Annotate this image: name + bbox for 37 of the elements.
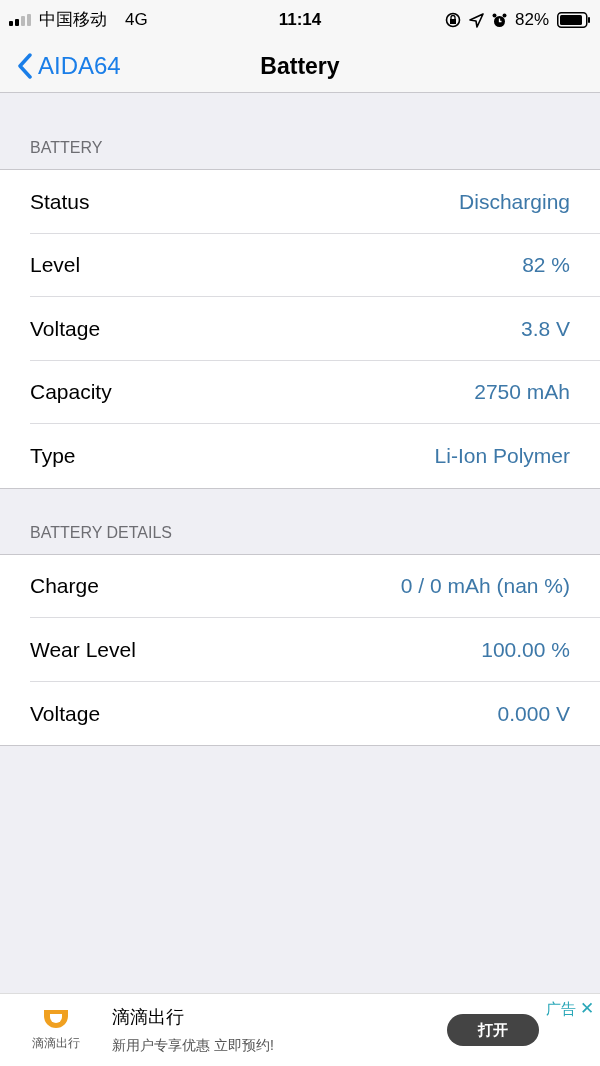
carrier-name: 中国移动 xyxy=(39,9,107,32)
app-logo-icon xyxy=(42,1008,70,1030)
row-value: 0.000 V xyxy=(497,700,570,727)
row-label: Level xyxy=(30,252,81,278)
row-value: 3.8 V xyxy=(520,315,570,342)
row-label: Voltage xyxy=(30,315,101,342)
row-value: 100.00 % xyxy=(481,636,570,663)
section-header: BATTERY xyxy=(30,139,103,156)
row-value: Discharging xyxy=(459,188,570,215)
row-value: 0 / 0 mAh (nan %) xyxy=(400,573,570,599)
section-header: BATTERY DETAILS xyxy=(30,523,172,541)
row-label: Voltage xyxy=(30,700,101,727)
logo-text: 滴滴出行 xyxy=(32,1035,80,1052)
clock-time: 11:14 xyxy=(278,9,322,32)
row-label: Wear Level xyxy=(30,636,136,663)
signal-icon xyxy=(9,14,31,26)
ad-label: 广告 xyxy=(546,998,576,1019)
ad-title: 滴滴出行 xyxy=(112,1006,185,1029)
open-button[interactable]: 打开 xyxy=(447,1014,539,1046)
chevron-left-icon xyxy=(18,53,32,79)
alarm-clock-icon xyxy=(491,12,507,28)
screen-title: Battery xyxy=(260,51,340,81)
row-label: Status xyxy=(30,188,90,215)
row-label: Charge xyxy=(30,573,99,599)
location-arrow-icon xyxy=(468,12,484,28)
battery-icon xyxy=(557,12,591,28)
row-value: 82 % xyxy=(522,252,570,278)
row-value: 2750 mAh xyxy=(474,379,570,405)
ad-subtitle: 新用户专享优惠 立即预约! xyxy=(112,1036,274,1055)
row-value: Li-Ion Polymer xyxy=(434,443,570,469)
back-button[interactable]: AIDA64 xyxy=(0,48,121,84)
network-type: 4G xyxy=(125,9,148,32)
close-button[interactable]: ✕ xyxy=(580,996,594,1022)
rotation-lock-icon xyxy=(444,12,461,28)
battery-percentage: 82% xyxy=(514,9,549,32)
row-label: Capacity xyxy=(30,379,112,405)
row-label: Type xyxy=(30,443,76,469)
